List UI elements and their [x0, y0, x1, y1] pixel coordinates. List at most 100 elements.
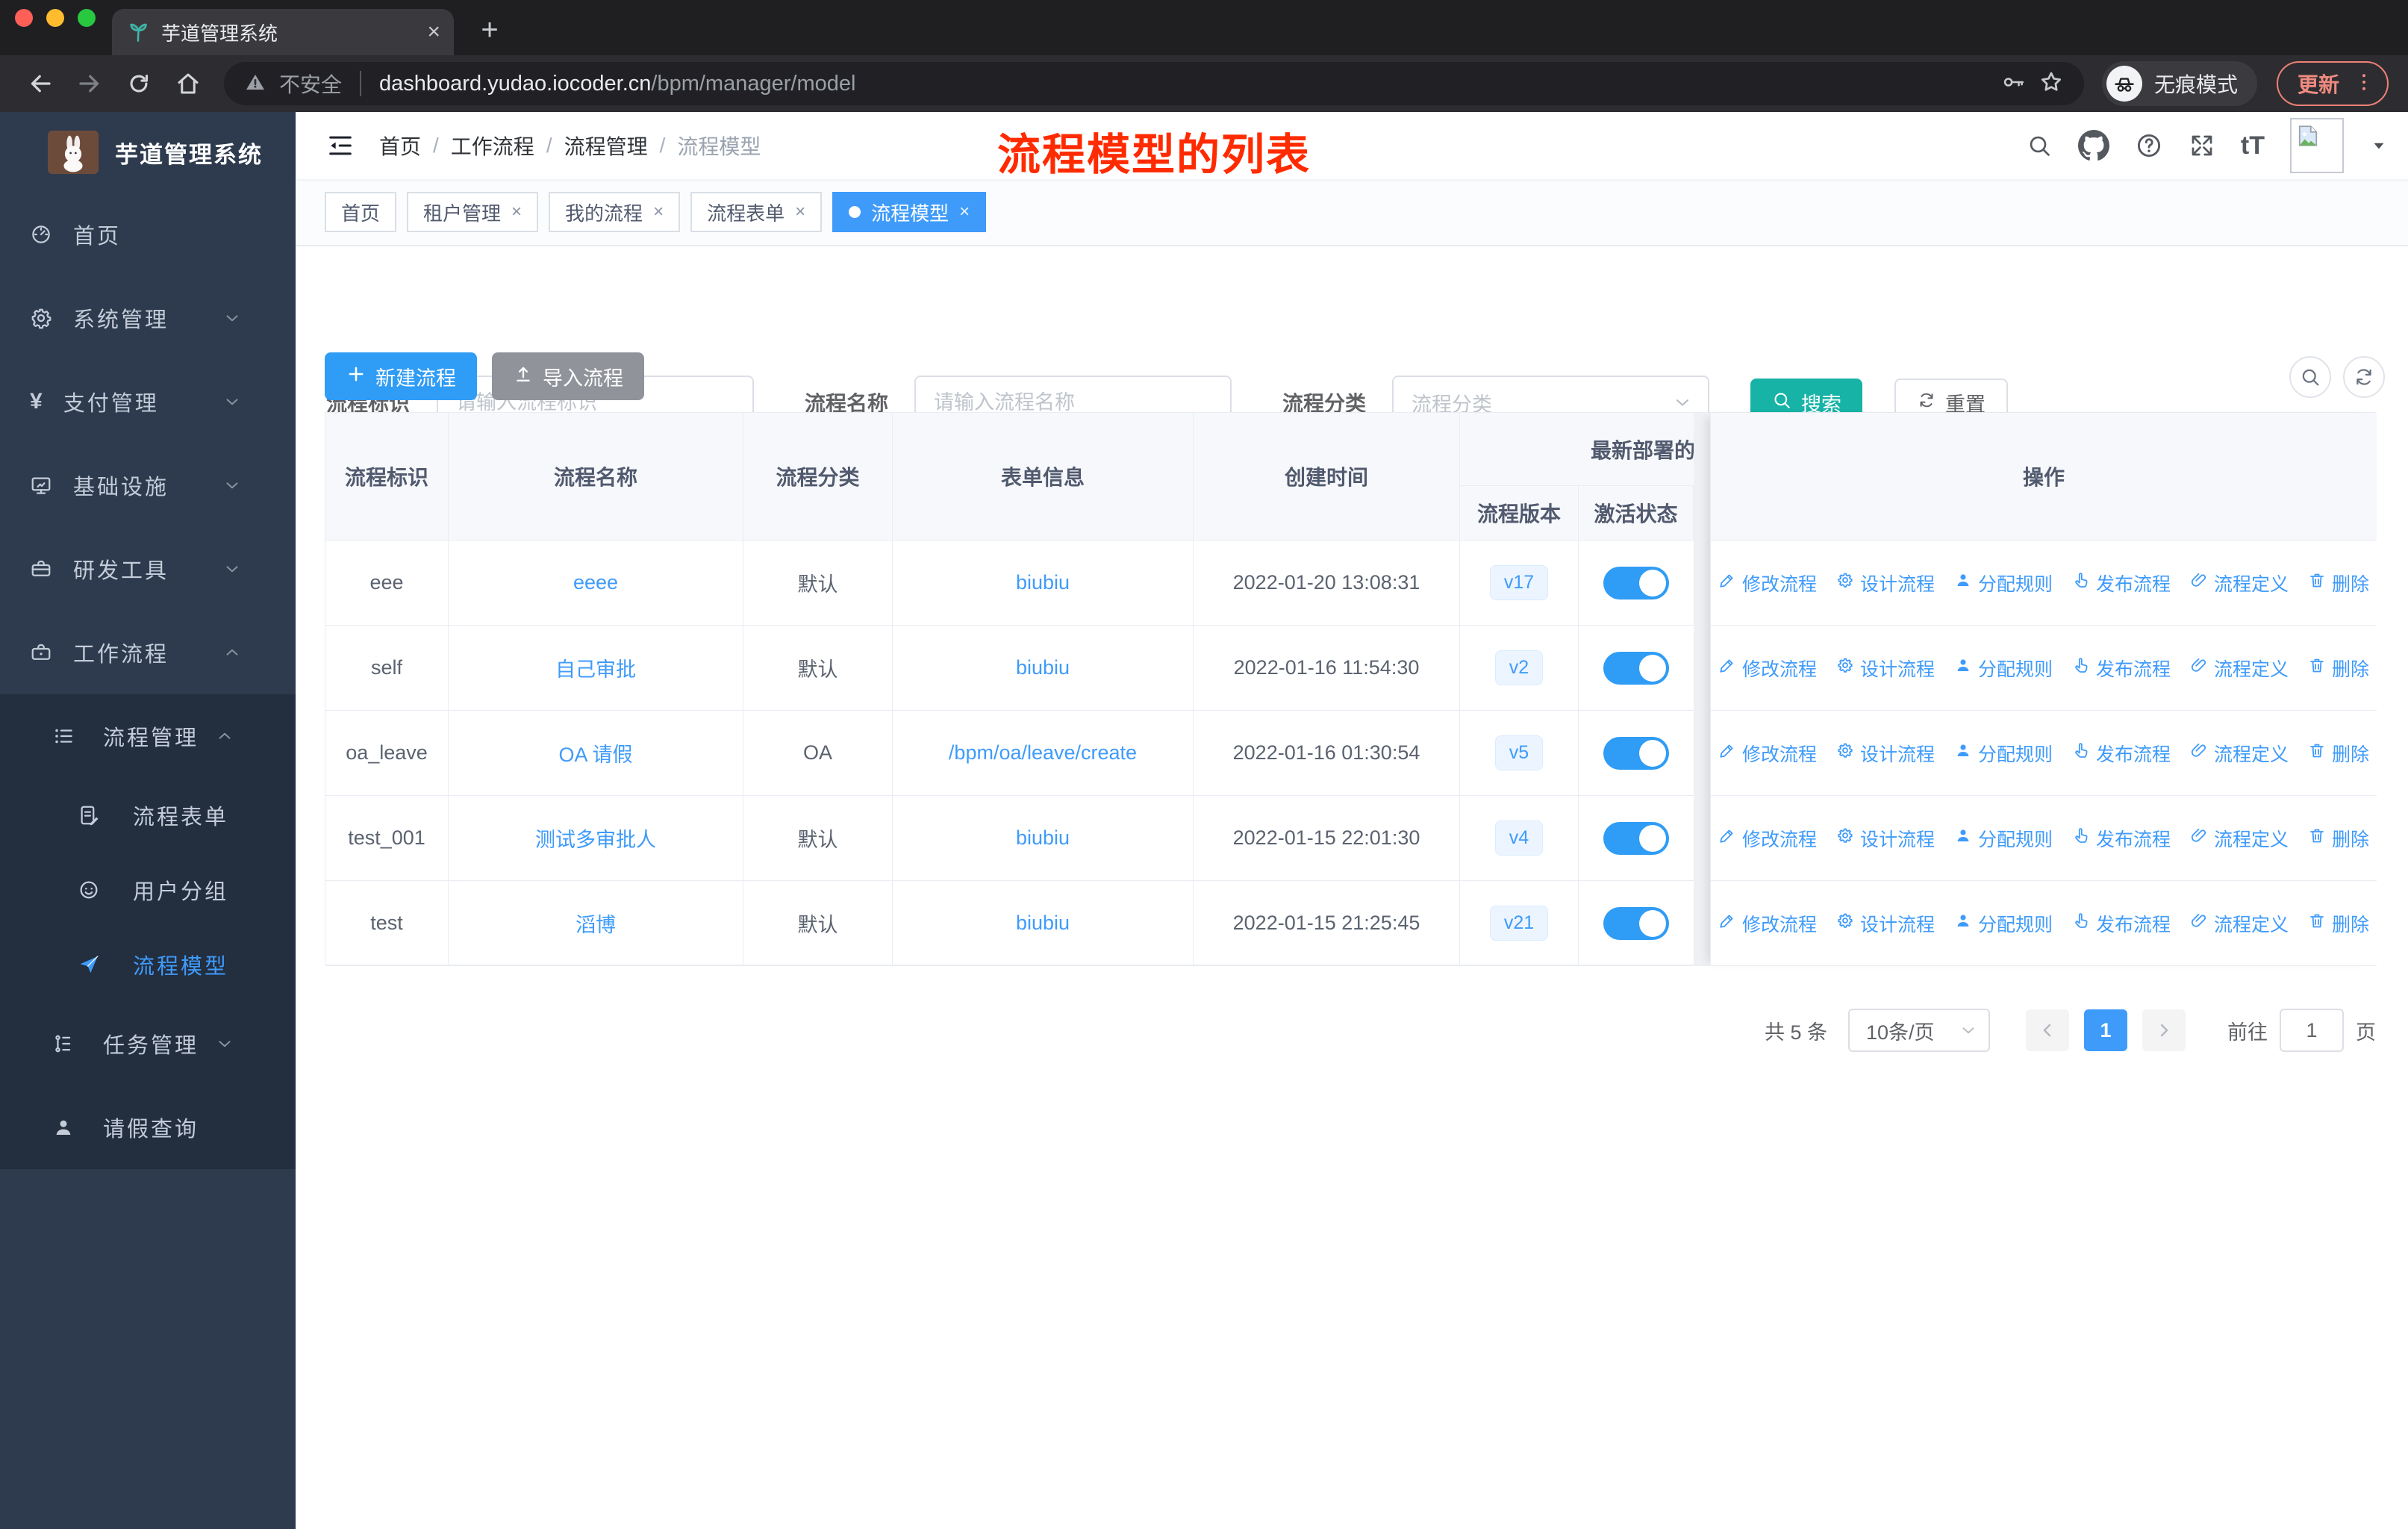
chevron-down-icon[interactable] — [2369, 136, 2389, 155]
home-button[interactable] — [167, 63, 209, 105]
breadcrumb-item[interactable]: 首页 — [379, 131, 421, 161]
action-设计流程[interactable]: 设计流程 — [1836, 740, 1935, 767]
tag-流程表单[interactable]: 流程表单 × — [690, 192, 823, 232]
active-status-toggle[interactable] — [1603, 566, 1669, 600]
search-icon[interactable] — [2026, 132, 2053, 159]
tag-close-icon[interactable]: × — [959, 202, 970, 222]
browser-tab[interactable]: 芋道管理系统 × — [112, 9, 454, 55]
next-page-button[interactable] — [2142, 1009, 2186, 1051]
github-icon[interactable] — [2077, 130, 2109, 161]
breadcrumb-item[interactable]: 工作流程 — [451, 131, 534, 161]
action-发布流程[interactable]: 发布流程 — [2072, 655, 2171, 682]
sidebar-item-0[interactable]: 首页 — [0, 193, 296, 276]
font-size-icon[interactable]: tT — [2241, 131, 2265, 161]
refresh-table-button[interactable] — [2343, 356, 2385, 398]
table-scrollbar-track[interactable] — [1694, 413, 1710, 966]
sidebar-collapse-icon[interactable] — [318, 123, 363, 168]
sidebar-item-6[interactable]: 流程管理 — [0, 694, 296, 778]
action-修改流程[interactable]: 修改流程 — [1718, 655, 1817, 682]
action-删除[interactable]: 删除 — [2308, 740, 2369, 767]
key-icon[interactable] — [2000, 69, 2026, 99]
action-修改流程[interactable]: 修改流程 — [1718, 910, 1817, 937]
action-发布流程[interactable]: 发布流程 — [2072, 570, 2171, 597]
menu-dots-icon[interactable] — [2353, 71, 2375, 97]
avatar[interactable] — [2290, 118, 2344, 173]
action-分配规则[interactable]: 分配规则 — [1954, 655, 2053, 682]
tag-首页[interactable]: 首页 — [325, 192, 397, 232]
action-发布流程[interactable]: 发布流程 — [2072, 740, 2171, 767]
action-分配规则[interactable]: 分配规则 — [1954, 910, 2053, 937]
active-status-toggle[interactable] — [1603, 651, 1669, 685]
action-流程定义[interactable]: 流程定义 — [2190, 910, 2289, 937]
tab-close-icon[interactable]: × — [427, 21, 440, 43]
tag-我的流程[interactable]: 我的流程 × — [549, 192, 681, 232]
action-设计流程[interactable]: 设计流程 — [1836, 910, 1935, 937]
sidebar-item-3[interactable]: 基础设施 — [0, 443, 296, 527]
action-删除[interactable]: 删除 — [2308, 825, 2369, 852]
back-button[interactable] — [19, 63, 61, 105]
star-bookmark-icon[interactable] — [2038, 69, 2065, 99]
action-分配规则[interactable]: 分配规则 — [1954, 570, 2053, 597]
action-流程定义[interactable]: 流程定义 — [2190, 570, 2289, 597]
sidebar-item-4[interactable]: 研发工具 — [0, 527, 296, 611]
cell-name-link[interactable]: 测试多审批人 — [535, 823, 656, 853]
cell-name-link[interactable]: OA 请假 — [558, 738, 632, 767]
action-修改流程[interactable]: 修改流程 — [1718, 825, 1817, 852]
action-设计流程[interactable]: 设计流程 — [1836, 655, 1935, 682]
create-process-button[interactable]: 新建流程 — [325, 352, 477, 400]
action-分配规则[interactable]: 分配规则 — [1954, 740, 2053, 767]
fullscreen-icon[interactable] — [2189, 132, 2215, 159]
help-icon[interactable] — [2135, 131, 2163, 160]
action-删除[interactable]: 删除 — [2308, 570, 2369, 597]
forward-button[interactable] — [69, 63, 110, 105]
close-window-button[interactable] — [15, 9, 33, 27]
sidebar-item-1[interactable]: 系统管理 — [0, 276, 296, 360]
import-process-button[interactable]: 导入流程 — [492, 352, 644, 400]
minimize-window-button[interactable] — [46, 9, 64, 27]
active-status-toggle[interactable] — [1603, 906, 1669, 940]
action-分配规则[interactable]: 分配规则 — [1954, 825, 2053, 852]
active-status-toggle[interactable] — [1603, 736, 1669, 770]
sidebar-item-10[interactable]: 任务管理 — [0, 1002, 296, 1086]
action-流程定义[interactable]: 流程定义 — [2190, 655, 2289, 682]
window-controls[interactable] — [15, 9, 96, 27]
cell-form-link[interactable]: biubiu — [1016, 912, 1070, 935]
cell-name-link[interactable]: eeee — [573, 571, 618, 594]
action-发布流程[interactable]: 发布流程 — [2072, 825, 2171, 852]
goto-page-input[interactable] — [2280, 1009, 2344, 1052]
page-size-select[interactable]: 10条/页 — [1848, 1009, 1990, 1052]
reload-button[interactable] — [118, 63, 160, 105]
tag-close-icon[interactable]: × — [511, 202, 522, 222]
action-删除[interactable]: 删除 — [2308, 910, 2369, 937]
action-修改流程[interactable]: 修改流程 — [1718, 740, 1817, 767]
url-bar[interactable]: 不安全 dashboard.yudao.iocoder.cn/bpm/manag… — [224, 62, 2084, 105]
sidebar-item-11[interactable]: 请假查询 — [0, 1086, 296, 1169]
action-流程定义[interactable]: 流程定义 — [2190, 825, 2289, 852]
breadcrumb-item[interactable]: 流程管理 — [564, 131, 648, 161]
action-删除[interactable]: 删除 — [2308, 655, 2369, 682]
sidebar-item-2[interactable]: ¥ 支付管理 — [0, 360, 296, 443]
cell-name-link[interactable]: 自己审批 — [555, 653, 636, 682]
show-search-button[interactable] — [2289, 356, 2331, 398]
sidebar-item-5[interactable]: 工作流程 — [0, 611, 296, 694]
current-page-button[interactable]: 1 — [2084, 1009, 2127, 1051]
sidebar-item-8[interactable]: 用户分组 — [0, 853, 296, 927]
tag-close-icon[interactable]: × — [795, 202, 805, 222]
cell-form-link[interactable]: biubiu — [1016, 826, 1070, 850]
action-发布流程[interactable]: 发布流程 — [2072, 910, 2171, 937]
sidebar-item-9[interactable]: 流程模型 — [0, 927, 296, 1002]
prev-page-button[interactable] — [2026, 1009, 2069, 1051]
active-status-toggle[interactable] — [1603, 821, 1669, 855]
action-流程定义[interactable]: 流程定义 — [2190, 740, 2289, 767]
cell-form-link[interactable]: /bpm/oa/leave/create — [949, 741, 1137, 764]
tag-租户管理[interactable]: 租户管理 × — [407, 192, 539, 232]
action-设计流程[interactable]: 设计流程 — [1836, 570, 1935, 597]
action-设计流程[interactable]: 设计流程 — [1836, 825, 1935, 852]
new-tab-button[interactable]: + — [470, 10, 509, 49]
cell-name-link[interactable]: 滔博 — [576, 909, 616, 938]
tag-流程模型[interactable]: 流程模型 × — [832, 192, 987, 232]
cell-form-link[interactable]: biubiu — [1016, 656, 1070, 679]
tag-close-icon[interactable]: × — [653, 202, 664, 222]
maximize-window-button[interactable] — [78, 9, 96, 27]
cell-form-link[interactable]: biubiu — [1016, 571, 1070, 594]
